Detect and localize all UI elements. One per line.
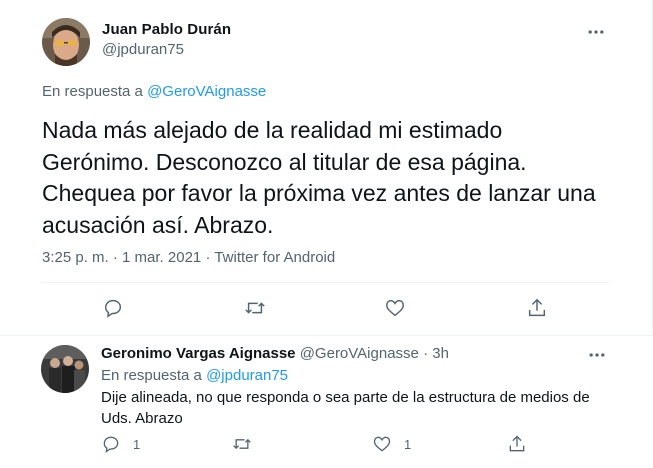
- divider: [42, 282, 610, 283]
- reply-button[interactable]: 1: [101, 434, 140, 454]
- main-tweet: Juan Pablo Durán @jpduran75 En respuesta…: [0, 0, 653, 336]
- author-name[interactable]: Geronimo Vargas Aignasse: [101, 345, 296, 362]
- reply-to-link[interactable]: @GeroVAignasse: [147, 83, 266, 100]
- share-icon: [509, 435, 525, 452]
- reply-icon: [103, 436, 119, 453]
- reply-button[interactable]: [102, 297, 124, 319]
- share-icon: [528, 298, 546, 317]
- avatar-photo: [41, 345, 89, 393]
- reply-context: En respuesta a @GeroVAignasse: [42, 83, 266, 100]
- share-button[interactable]: [507, 434, 527, 454]
- reply-header: Geronimo Vargas Aignasse @GeroVAignasse …: [101, 345, 449, 362]
- tweet-meta: 3:25 p. m. · 1 mar. 2021 · Twitter for A…: [42, 249, 335, 266]
- avatar[interactable]: [42, 18, 90, 66]
- more-icon[interactable]: [586, 22, 606, 42]
- tweet-date[interactable]: 1 mar. 2021: [122, 249, 201, 266]
- retweet-icon: [233, 438, 251, 450]
- share-button[interactable]: [526, 297, 548, 319]
- reply-prefix: En respuesta a: [101, 367, 202, 384]
- author-name[interactable]: Juan Pablo Durán: [102, 21, 231, 38]
- more-icon[interactable]: [587, 345, 607, 365]
- tweet-source[interactable]: Twitter for Android: [214, 249, 335, 266]
- like-icon: [373, 436, 391, 452]
- tweet-separator: [0, 335, 653, 336]
- header-separator: ·: [423, 345, 429, 362]
- tweet-age[interactable]: 3h: [432, 345, 449, 362]
- avatar[interactable]: [41, 345, 89, 393]
- action-bar: 1 1: [101, 432, 611, 458]
- tweet-text: Dije alineada, no que responda o sea par…: [101, 389, 590, 427]
- reply-context: En respuesta a @jpduran75: [101, 367, 288, 384]
- retweet-button[interactable]: [244, 297, 266, 319]
- author-handle[interactable]: @jpduran75: [102, 41, 184, 58]
- avatar-photo: [42, 18, 90, 66]
- like-icon: [386, 299, 404, 317]
- author-handle[interactable]: @GeroVAignasse: [300, 345, 419, 362]
- reply-prefix: En respuesta a: [42, 83, 143, 100]
- reply-count: 1: [133, 436, 141, 452]
- like-button[interactable]: 1: [372, 434, 411, 454]
- meta-separator: ·: [205, 249, 211, 266]
- reply-to-link[interactable]: @jpduran75: [206, 367, 288, 384]
- meta-separator: ·: [112, 249, 118, 266]
- retweet-icon: [245, 302, 265, 314]
- like-count: 1: [404, 436, 412, 452]
- like-button[interactable]: [384, 297, 406, 319]
- reply-icon: [104, 299, 122, 318]
- tweet-text: Nada más alejado de la realidad mi estim…: [42, 117, 596, 238]
- action-bar: [42, 290, 610, 326]
- retweet-button[interactable]: [232, 434, 252, 454]
- tweet-time[interactable]: 3:25 p. m.: [42, 249, 109, 266]
